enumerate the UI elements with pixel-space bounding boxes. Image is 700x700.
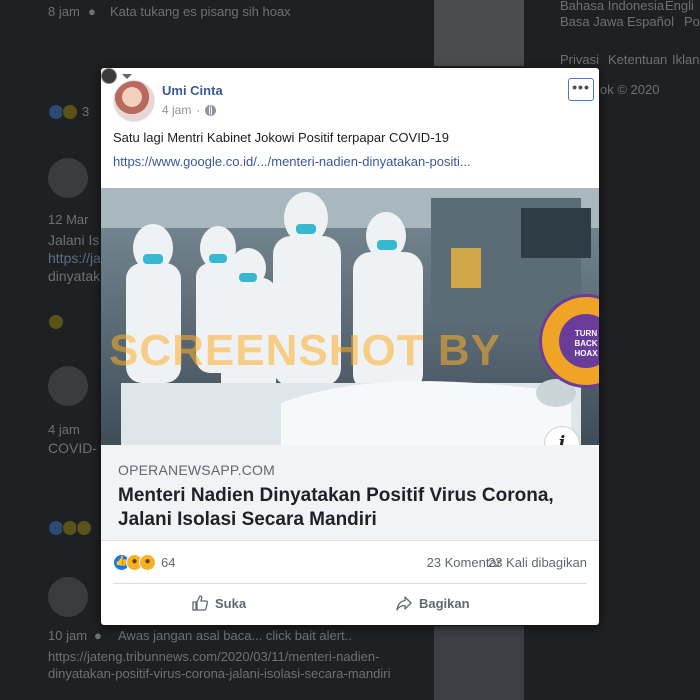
bg-footer-ads[interactable]: Iklan: [672, 52, 699, 67]
like-button[interactable]: Suka: [191, 594, 246, 612]
badge-text: TURN BACK HOAX: [559, 314, 599, 368]
screenshot-watermark: SCREENSHOT BY: [109, 326, 501, 375]
more-options-icon[interactable]: •••: [568, 78, 594, 101]
bg-lang-3[interactable]: Basa Jawa: [560, 14, 624, 29]
bg-haha-icon: [62, 104, 78, 120]
bg-thumbnail-2: [434, 626, 524, 700]
bg-footer-terms[interactable]: Ketentuan: [608, 52, 667, 67]
bg-footer-copyright: ok © 2020: [600, 82, 660, 97]
thumbs-up-icon: [192, 595, 209, 611]
globe-icon: [205, 104, 217, 116]
bg-wow-icon-2: [76, 520, 92, 536]
bg-comment-link[interactable]: https://jateng.tribunnews.com/2020/03/11…: [48, 648, 428, 682]
bg-avatar-3: [48, 577, 88, 617]
like-label: Suka: [215, 595, 247, 611]
audience-selector[interactable]: [101, 68, 599, 84]
post-time: 4 jam ·: [162, 103, 217, 117]
bg-time-2: 10 jam: [48, 628, 88, 643]
author-name[interactable]: Umi Cinta: [162, 83, 223, 98]
action-divider: [113, 583, 587, 584]
post-link[interactable]: https://www.google.co.id/.../menteri-nad…: [113, 154, 583, 169]
bg-comment-text: Kata tukang es pisang sih hoax: [110, 4, 291, 19]
post-time-label[interactable]: 4 jam: [162, 103, 191, 117]
wow-icon[interactable]: ●: [139, 554, 156, 571]
bg-snippet-text: dinyatak: [48, 268, 101, 284]
bg-lang-4[interactable]: Español: [627, 14, 674, 29]
bg-comment-time: 8 jam: [48, 4, 80, 19]
bg-snippet-covid: COVID-: [48, 440, 97, 456]
link-preview[interactable]: OPERANEWSAPP.COM Menteri Nadien Dinyatak…: [101, 445, 599, 541]
preview-domain: OPERANEWSAPP.COM: [118, 462, 275, 478]
user-avatar-icon: [101, 68, 117, 84]
preview-headline[interactable]: Menteri Nadien Dinyatakan Positif Virus …: [118, 484, 578, 532]
share-count[interactable]: 23 Kali dibagikan: [488, 555, 587, 570]
bg-thumbnail: [434, 0, 524, 66]
badge-line-1: TURN: [574, 329, 598, 338]
chevron-down-icon: [122, 73, 132, 79]
badge-line-3: HOAX: [574, 349, 598, 358]
bg-comment-awas: Awas jangan asal baca... click bait aler…: [118, 628, 352, 643]
post-image[interactable]: [101, 188, 599, 445]
share-label: Bagikan: [419, 595, 470, 611]
bg-globe-icon: ●: [88, 4, 96, 19]
bg-date: 12 Mar: [48, 212, 89, 227]
bg-time: 4 jam: [48, 422, 80, 437]
post-text: Satu lagi Mentri Kabinet Jokowi Positif …: [113, 130, 449, 145]
share-button[interactable]: Bagikan: [395, 594, 470, 612]
badge-line-2: BACK: [574, 339, 598, 348]
bg-wow-icon: [48, 314, 64, 330]
bg-footer-privacy[interactable]: Privasi: [560, 52, 599, 67]
reaction-count[interactable]: 64: [161, 555, 175, 570]
bg-snippet-link[interactable]: https://ja: [48, 250, 101, 266]
author-avatar[interactable]: [113, 80, 155, 122]
bg-lang-2[interactable]: Engli: [665, 0, 694, 13]
bg-lang-5[interactable]: Port: [684, 14, 700, 29]
share-arrow-icon: [396, 596, 412, 611]
bg-snippet-title: Jalani Is: [48, 232, 100, 248]
bg-lang-1[interactable]: Bahasa Indonesia: [560, 0, 664, 13]
bg-avatar-2: [48, 366, 88, 406]
bg-globe-icon-2: ●: [94, 628, 102, 643]
engagement-bar: 👍 ● ● 64 23 Komentar 23 Kali dibagikan: [113, 548, 587, 574]
post-card: Umi Cinta 4 jam · ••• Satu lagi Mentri K…: [101, 68, 599, 625]
bg-avatar: [48, 158, 88, 198]
bg-count: 3: [82, 104, 90, 119]
